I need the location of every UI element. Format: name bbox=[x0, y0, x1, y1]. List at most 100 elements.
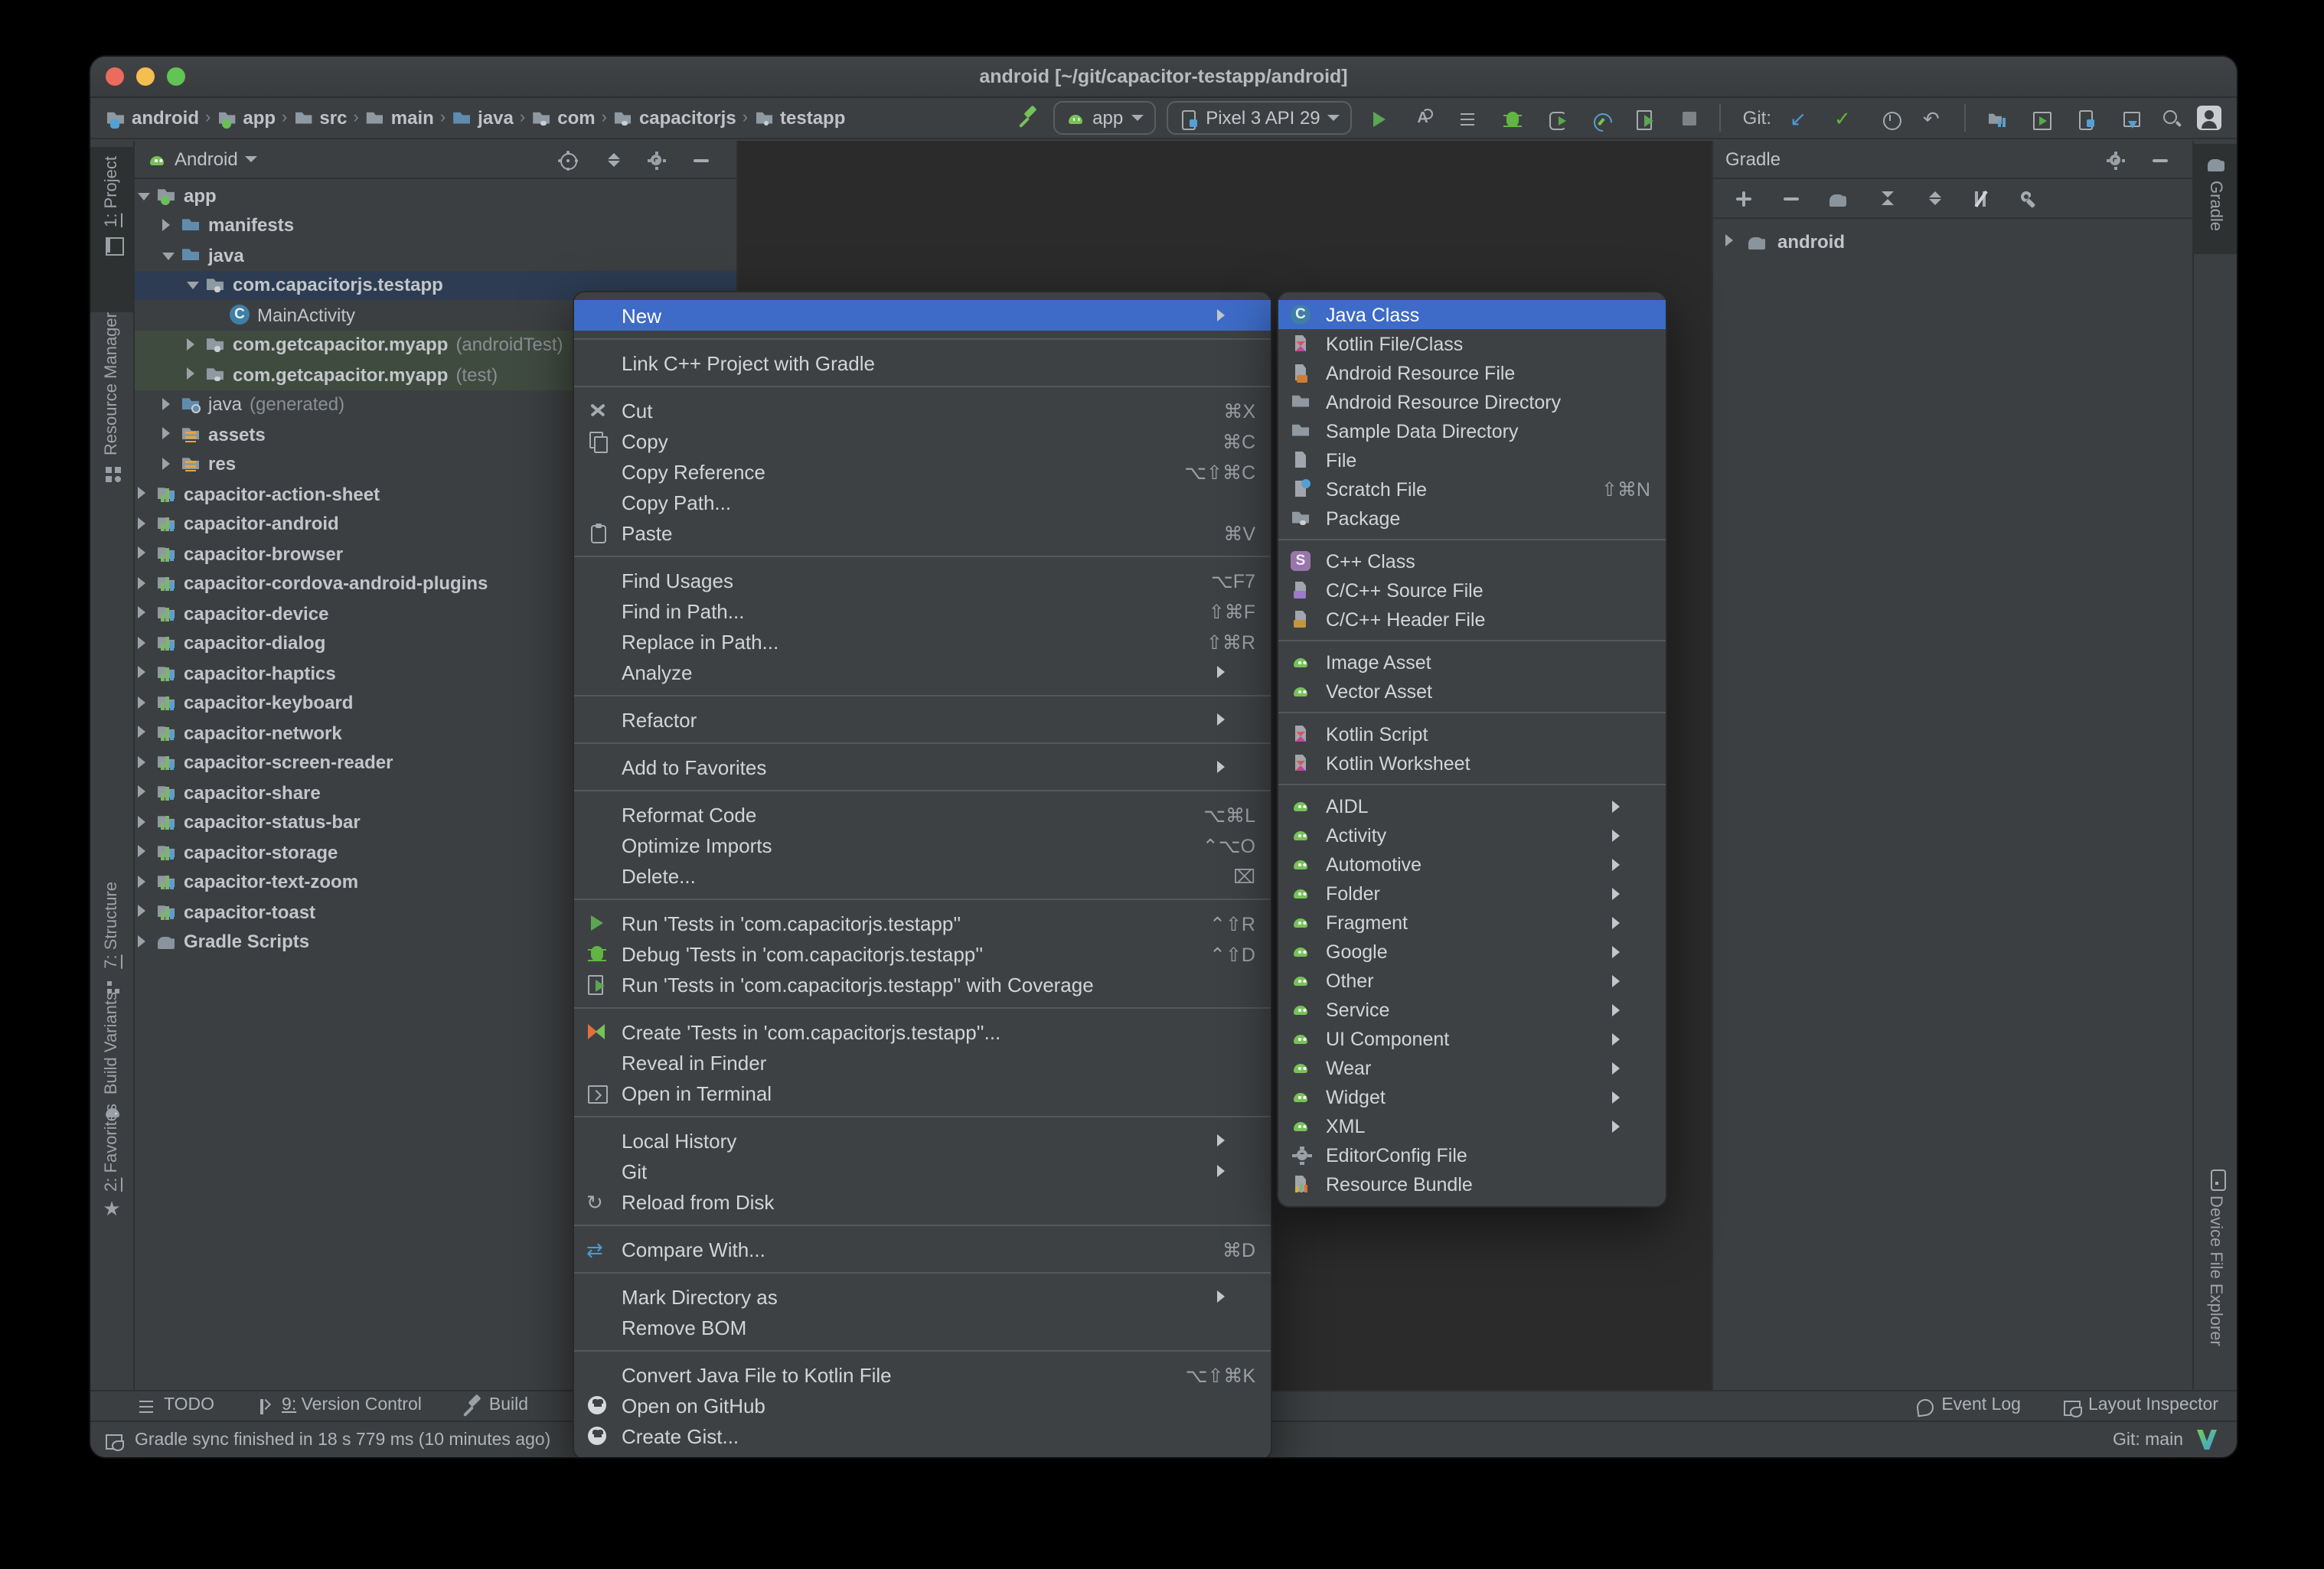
tool-runwin-button[interactable] bbox=[2025, 103, 2056, 133]
tool-window-button-9-version-control[interactable]: 9: Version Control bbox=[254, 1395, 422, 1415]
menu-item-reveal-in-finder[interactable]: Reveal in Finder bbox=[574, 1047, 1271, 1078]
menu-item-replace-in-path[interactable]: Replace in Path... ⇧⌘R bbox=[574, 626, 1271, 657]
project-header-collapseall-button[interactable] bbox=[596, 144, 626, 175]
menu-item-widget[interactable]: Widget bbox=[1278, 1082, 1666, 1111]
breadcrumb-item-testapp[interactable]: testapp bbox=[754, 107, 845, 129]
git-check-button[interactable]: ✓ bbox=[1829, 103, 1860, 133]
gradle-header-minusme-button[interactable] bbox=[2143, 144, 2174, 175]
menu-item-add-to-favorites[interactable]: Add to Favorites bbox=[574, 752, 1271, 782]
menu-item-cut[interactable]: Cut ⌘X bbox=[574, 395, 1271, 426]
gradle-toolbar-expandall-button[interactable] bbox=[1869, 183, 1900, 214]
menu-item-open-in-terminal[interactable]: Open in Terminal bbox=[574, 1078, 1271, 1108]
menu-item-android-resource-directory[interactable]: Android Resource Directory bbox=[1278, 387, 1666, 416]
device-select[interactable]: Pixel 3 API 29 bbox=[1166, 101, 1353, 135]
collapse-arrow-icon[interactable] bbox=[187, 282, 199, 290]
menu-item-link-c-project-with-gradle[interactable]: Link C++ Project with Gradle bbox=[574, 347, 1271, 378]
expand-arrow-icon[interactable] bbox=[187, 338, 194, 351]
gradle-tree-row-android[interactable]: android bbox=[1713, 227, 2192, 256]
menu-item-reformat-code[interactable]: Reformat Code ⌥⌘L bbox=[574, 799, 1271, 830]
tool-window-button-event-log[interactable]: Event Log bbox=[1914, 1395, 2021, 1415]
run-attach-button[interactable] bbox=[1541, 103, 1572, 133]
menu-item-c-class[interactable]: C++ Class bbox=[1278, 546, 1666, 576]
run-stop-button[interactable] bbox=[1674, 103, 1705, 133]
expand-arrow-icon[interactable] bbox=[138, 845, 145, 858]
tree-row-java[interactable]: java bbox=[135, 240, 736, 270]
expand-arrow-icon[interactable] bbox=[138, 785, 145, 798]
run-profiler-button[interactable] bbox=[1585, 103, 1616, 133]
expand-arrow-icon[interactable] bbox=[138, 875, 145, 888]
expand-arrow-icon[interactable] bbox=[138, 487, 145, 500]
menu-item-find-usages[interactable]: Find Usages ⌥F7 bbox=[574, 565, 1271, 595]
expand-arrow-icon[interactable] bbox=[138, 726, 145, 739]
run-play-button[interactable] bbox=[1363, 103, 1394, 133]
breadcrumb-item-android[interactable]: android bbox=[106, 107, 199, 129]
expand-arrow-icon[interactable] bbox=[138, 935, 145, 948]
menu-item-package[interactable]: Package bbox=[1278, 504, 1666, 533]
expand-arrow-icon[interactable] bbox=[138, 636, 145, 649]
menu-item-kotlin-worksheet[interactable]: Kotlin Worksheet bbox=[1278, 749, 1666, 778]
run-list-button[interactable] bbox=[1452, 103, 1483, 133]
expand-arrow-icon[interactable] bbox=[1725, 234, 1733, 247]
menu-item-git[interactable]: Git bbox=[574, 1156, 1271, 1186]
expand-arrow-icon[interactable] bbox=[138, 755, 145, 768]
expand-arrow-icon[interactable] bbox=[138, 606, 145, 619]
tool-sdk-button[interactable] bbox=[2114, 103, 2145, 133]
run-bug-button[interactable] bbox=[1497, 103, 1527, 133]
menu-item-delete[interactable]: Delete... ⌧ bbox=[574, 860, 1271, 891]
breadcrumb-item-app[interactable]: app bbox=[217, 107, 276, 129]
gradle-toolbar-wrench-button[interactable] bbox=[2012, 183, 2042, 214]
menu-item-copy[interactable]: Copy ⌘C bbox=[574, 426, 1271, 456]
status-message[interactable]: Gradle sync finished in 18 s 779 ms (10 … bbox=[135, 1430, 550, 1449]
menu-item-sample-data-directory[interactable]: Sample Data Directory bbox=[1278, 416, 1666, 445]
menu-item-automotive[interactable]: Automotive bbox=[1278, 850, 1666, 879]
run-coverage-button[interactable] bbox=[1630, 103, 1660, 133]
collapse-arrow-icon[interactable] bbox=[138, 192, 150, 201]
close-window-button[interactable] bbox=[106, 67, 124, 86]
gradle-toolbar-collapseall-button[interactable] bbox=[1917, 183, 1947, 214]
stripe-tab-2-favorites[interactable]: 2: Favorites ★ bbox=[90, 1104, 133, 1219]
menu-item-resource-bundle[interactable]: Resource Bundle bbox=[1278, 1169, 1666, 1199]
expand-arrow-icon[interactable] bbox=[162, 457, 170, 470]
git-undo-button[interactable]: ↶ bbox=[1918, 103, 1949, 133]
menu-item-editorconfig-file[interactable]: EditorConfig File bbox=[1278, 1140, 1666, 1169]
menu-item-android-resource-file[interactable]: Android Resource File bbox=[1278, 358, 1666, 387]
menu-item-analyze[interactable]: Analyze bbox=[574, 657, 1271, 687]
run-configuration-select[interactable]: app bbox=[1053, 101, 1156, 135]
chevron-down-icon[interactable] bbox=[245, 156, 258, 162]
breadcrumb-item-java[interactable]: java bbox=[452, 107, 514, 129]
project-header-minusme-button[interactable] bbox=[684, 144, 715, 175]
tool-window-button-build[interactable]: Build bbox=[462, 1395, 528, 1415]
expand-arrow-icon[interactable] bbox=[138, 576, 145, 589]
tool-window-button-layout-inspector[interactable]: Layout Inspector bbox=[2061, 1395, 2218, 1417]
menu-item-convert-java-file-to-kotlin-file[interactable]: Convert Java File to Kotlin File ⌥⇧⌘K bbox=[574, 1359, 1271, 1390]
tool-devmgr-button[interactable] bbox=[2070, 103, 2100, 133]
project-view-mode[interactable]: Android bbox=[175, 148, 238, 170]
gradle-toolbar-plusme-button[interactable] bbox=[1727, 183, 1758, 214]
menu-item-paste[interactable]: Paste ⌘V bbox=[574, 517, 1271, 548]
expand-arrow-icon[interactable] bbox=[138, 517, 145, 530]
menu-item-run-tests-in-com-capacitorjs-testapp[interactable]: Run 'Tests in 'com.capacitorjs.testapp''… bbox=[574, 908, 1271, 938]
menu-item-run-tests-in-com-capacitorjs-testapp-with-coverage[interactable]: Run 'Tests in 'com.capacitorjs.testapp''… bbox=[574, 969, 1271, 1000]
menu-item-copy-reference[interactable]: Copy Reference ⌥⇧⌘C bbox=[574, 456, 1271, 487]
menu-item-java-class[interactable]: Java Class bbox=[1278, 300, 1666, 329]
menu-item-xml[interactable]: XML bbox=[1278, 1111, 1666, 1140]
menu-item-compare-with[interactable]: ⇄ Compare With... ⌘D bbox=[574, 1234, 1271, 1264]
gradle-toolbar-minusme-button[interactable] bbox=[1774, 183, 1805, 214]
search-everywhere-button[interactable] bbox=[2156, 103, 2186, 133]
menu-item-create-gist[interactable]: Create Gist... bbox=[574, 1421, 1271, 1451]
menu-item-aidl[interactable]: AIDL bbox=[1278, 791, 1666, 820]
menu-item-kotlin-file-class[interactable]: Kotlin File/Class bbox=[1278, 329, 1666, 358]
menu-item-scratch-file[interactable]: Scratch File ⇧⌘N bbox=[1278, 475, 1666, 504]
menu-item-create-tests-in-com-capacitorjs-testapp[interactable]: Create 'Tests in 'com.capacitorjs.testap… bbox=[574, 1016, 1271, 1047]
stripe-tab-resource-manager[interactable]: Resource Manager bbox=[90, 312, 133, 490]
collapse-arrow-icon[interactable] bbox=[162, 252, 175, 260]
tool-syncfold-button[interactable] bbox=[1981, 103, 2012, 133]
git-clockme-button[interactable] bbox=[1874, 103, 1905, 133]
gradle-toolbar-elephant-button[interactable] bbox=[1822, 183, 1852, 214]
menu-item-wear[interactable]: Wear bbox=[1278, 1053, 1666, 1082]
breadcrumb-item-src[interactable]: src bbox=[293, 107, 347, 129]
stripe-tab-7-structure[interactable]: 7: Structure bbox=[90, 882, 133, 987]
menu-item-remove-bom[interactable]: Remove BOM bbox=[574, 1312, 1271, 1342]
project-header-gearme-button[interactable] bbox=[640, 144, 671, 175]
run-applyA-button[interactable] bbox=[1408, 103, 1438, 133]
